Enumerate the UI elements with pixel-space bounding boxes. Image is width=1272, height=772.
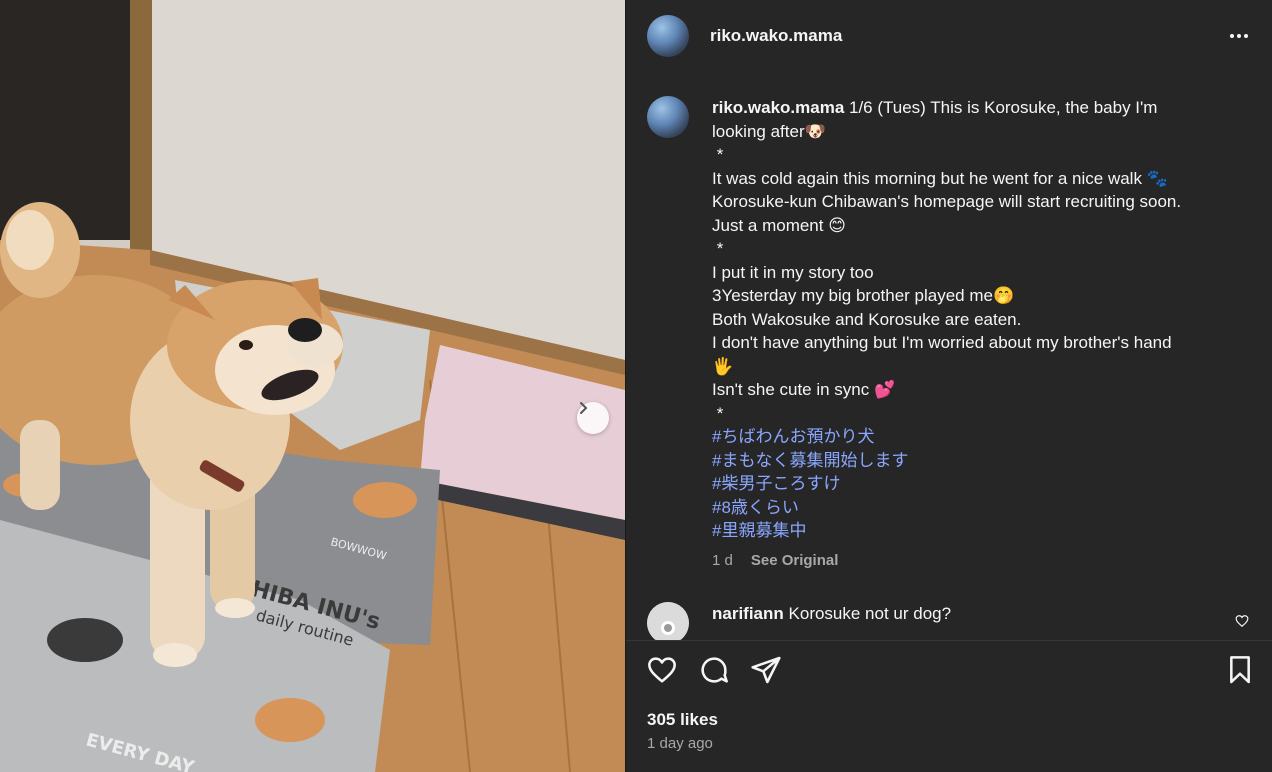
author-username[interactable]: riko.wako.mama — [710, 26, 842, 46]
post-time: 1 day ago — [647, 735, 713, 752]
hashtag-link[interactable]: #柴男子ころすけ — [712, 472, 1232, 496]
heart-icon — [1235, 615, 1249, 628]
caption-meta: 1 d See Original — [712, 549, 1232, 573]
caption-line: 1/6 (Tues) This is Korosuke, the baby I'… — [844, 98, 1158, 117]
caption-line: * — [712, 403, 724, 423]
cabinet-edge — [130, 0, 152, 260]
hashtag-link[interactable]: #ちばわんお預かり犬 — [712, 425, 1232, 449]
caption-line: * — [712, 145, 724, 164]
caption-line: Isn't she cute in sync 💕 — [712, 380, 896, 399]
cabinet — [0, 0, 150, 240]
caption-line: Both Wakosuke and Korosuke are eaten. — [712, 309, 1022, 329]
commenter-username[interactable]: narifiann — [712, 604, 784, 623]
caption-age: 1 d — [712, 551, 733, 569]
comment-item: narifiann Korosuke not ur dog? — [647, 602, 1257, 640]
hashtag-link[interactable]: #8歳くらい — [712, 496, 1232, 520]
shiba-inu-photo: HIBA INU's daily routine BOWWOW EVERY DA… — [0, 0, 625, 772]
hashtag-link[interactable]: #まもなく募集開始します — [712, 449, 1232, 473]
post-header: riko.wako.mama — [626, 0, 1272, 72]
post-details-panel: riko.wako.mama riko.wako.mama 1/6 (Tues)… — [625, 0, 1272, 772]
divider — [626, 640, 1272, 641]
caption-line: It was cold again this morning but he we… — [712, 168, 1168, 188]
comment-like-button[interactable] — [1235, 614, 1249, 633]
comment-body: Korosuke not ur dog? — [783, 604, 952, 623]
post-photo[interactable]: HIBA INU's daily routine BOWWOW EVERY DA… — [0, 0, 625, 772]
hashtag-link[interactable]: #里親募集中 — [712, 519, 1232, 543]
share-button[interactable] — [750, 654, 782, 691]
caption-line: looking after🐶 — [712, 121, 826, 141]
heart-icon — [648, 657, 676, 683]
see-original-button[interactable]: See Original — [751, 549, 839, 573]
caption-line: 3Yesterday my big brother played me🤭 — [712, 286, 1015, 305]
caption-line: * — [712, 239, 724, 258]
action-bar — [646, 652, 1256, 692]
comment-icon — [701, 657, 728, 683]
default-avatar-icon — [647, 602, 689, 640]
commenter-avatar[interactable] — [647, 602, 689, 640]
caption-username[interactable]: riko.wako.mama — [712, 98, 844, 117]
chevron-right-icon — [580, 402, 588, 414]
next-photo-button[interactable] — [577, 402, 609, 434]
comment-text: narifiann Korosuke not ur dog? — [712, 604, 951, 624]
caption-author-avatar[interactable] — [647, 96, 689, 138]
caption-line: Just a moment 😊 — [712, 215, 846, 235]
save-button[interactable] — [1224, 654, 1256, 691]
caption-line: I don't have anything but I'm worried ab… — [712, 333, 1172, 352]
caption-line: I put it in my story too — [712, 262, 874, 282]
comments-section[interactable]: riko.wako.mama 1/6 (Tues) This is Korosu… — [626, 72, 1272, 640]
more-options-button[interactable] — [1227, 24, 1251, 48]
like-button[interactable] — [646, 654, 678, 691]
comment-button[interactable] — [698, 654, 730, 691]
like-count[interactable]: 305 likes — [647, 710, 718, 730]
author-avatar[interactable] — [647, 15, 689, 57]
more-horizontal-icon — [1230, 34, 1248, 38]
bookmark-icon — [1230, 656, 1250, 684]
caption-line: Korosuke-kun Chibawan's homepage will st… — [712, 192, 1182, 211]
send-icon — [751, 656, 781, 684]
caption-line: 🖐 — [712, 356, 734, 376]
caption-text: riko.wako.mama 1/6 (Tues) This is Korosu… — [712, 96, 1232, 572]
